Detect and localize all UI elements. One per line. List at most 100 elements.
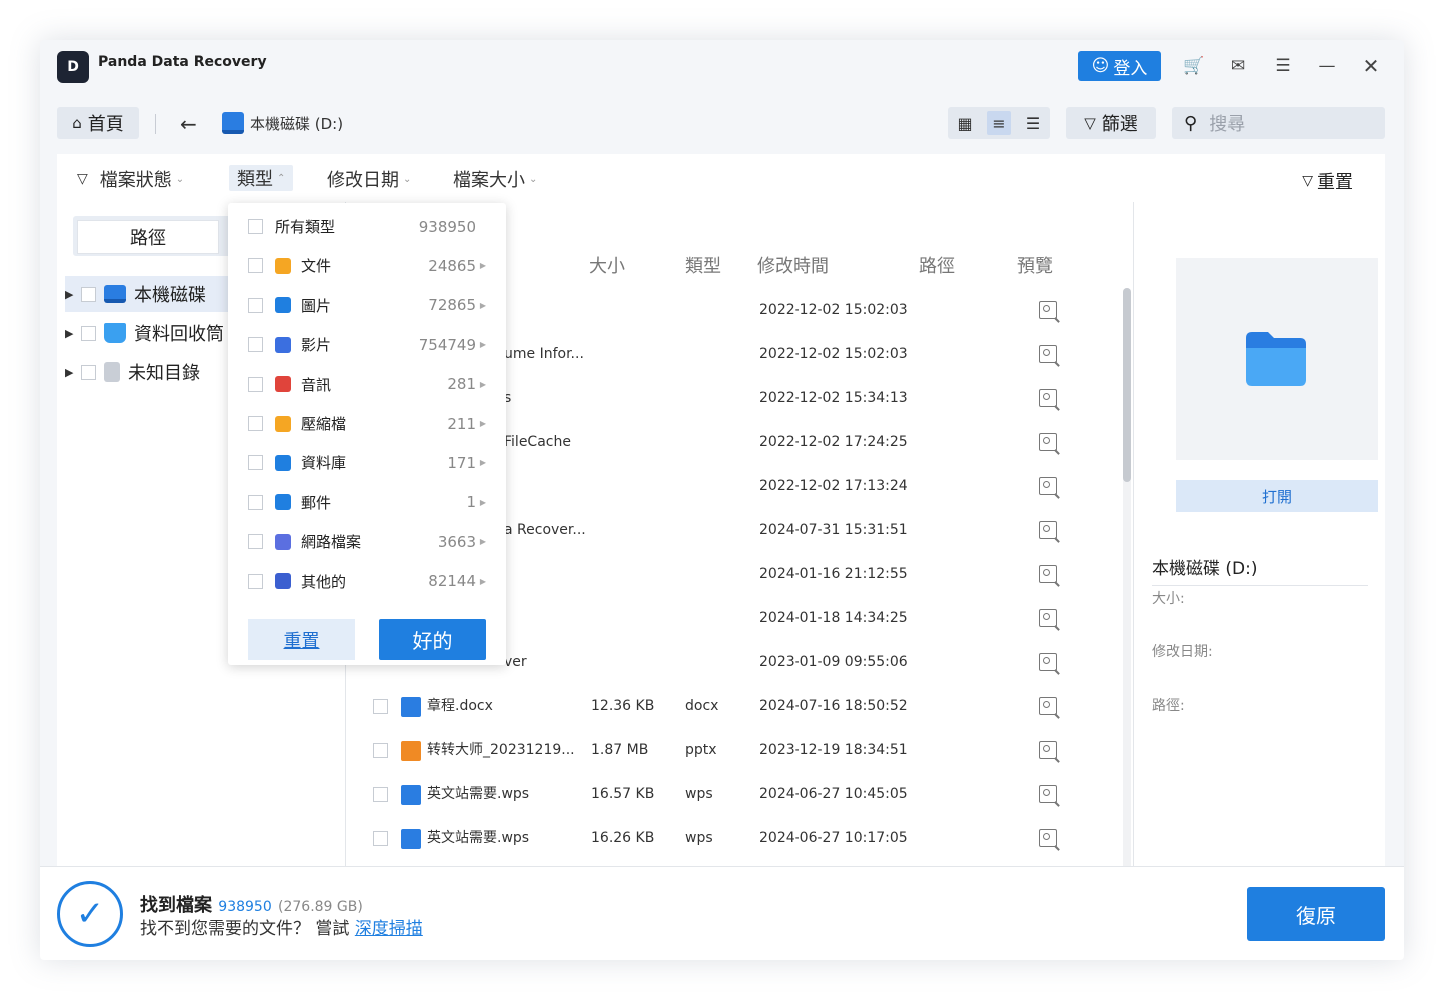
menu-icon[interactable]: ☰ <box>1271 54 1295 78</box>
row-checkbox[interactable] <box>373 787 388 802</box>
file-modified: 2022-12-02 17:24:25 <box>759 434 908 450</box>
table-row[interactable]: FileCache 2022-12-02 17:24:25 <box>57 420 1117 464</box>
column-header-modified[interactable]: 修改時間 <box>757 252 829 278</box>
tab-path[interactable]: 路徑 <box>77 220 219 254</box>
deep-scan-hint: 找不到您需要的文件？ 嘗試 深度掃描 <box>140 914 423 939</box>
type-option[interactable]: 影片 754749 ▶ <box>248 325 488 364</box>
type-option[interactable]: 所有類型 938950 <box>248 207 488 246</box>
row-checkbox[interactable] <box>373 831 388 846</box>
type-checkbox[interactable] <box>248 534 263 550</box>
preview-icon[interactable] <box>1039 433 1057 451</box>
type-option[interactable]: 其他的 82144 ▶ <box>248 562 488 601</box>
preview-icon[interactable] <box>1039 565 1057 583</box>
found-size: (276.89 GB) <box>278 899 363 915</box>
preview-icon[interactable] <box>1039 785 1057 803</box>
login-button[interactable]: ☺ 登入 <box>1078 51 1161 81</box>
table-row[interactable]: 2022-12-02 17:13:24 <box>57 464 1117 508</box>
submenu-arrow-icon[interactable]: ▶ <box>480 261 486 270</box>
submenu-arrow-icon[interactable]: ▶ <box>480 577 486 586</box>
dropdown-reset-button[interactable]: 重置 <box>248 619 355 660</box>
row-checkbox[interactable] <box>373 743 388 758</box>
type-checkbox[interactable] <box>248 494 263 510</box>
preview-icon[interactable] <box>1039 697 1057 715</box>
type-option[interactable]: 網路檔案 3663 ▶ <box>248 522 488 561</box>
column-header-path[interactable]: 路徑 <box>919 252 955 278</box>
table-row[interactable]: 英文站需要.wps 16.57 KB wps 2024-06-27 10:45:05 <box>57 772 1117 816</box>
dropdown-ok-button[interactable]: 好的 <box>379 619 486 660</box>
submenu-arrow-icon[interactable]: ▶ <box>480 380 486 389</box>
submenu-arrow-icon[interactable]: ▶ <box>480 498 486 507</box>
type-option[interactable]: 資料庫 171 ▶ <box>248 443 488 482</box>
filter-status[interactable]: ▽ 檔案狀態 ⌄ <box>77 166 184 192</box>
type-option-label: 郵件 <box>301 493 332 512</box>
status-footer: ✓ 找到檔案 938950 (276.89 GB) 找不到您需要的文件？ 嘗試 … <box>40 866 1404 960</box>
preview-icon[interactable] <box>1039 609 1057 627</box>
filter-date[interactable]: 修改日期 ⌄ <box>327 166 411 192</box>
open-button[interactable]: 打開 <box>1176 480 1378 512</box>
grid-view-icon[interactable]: ▦ <box>953 111 977 135</box>
preview-icon[interactable] <box>1039 389 1057 407</box>
back-arrow-icon[interactable]: ← <box>180 112 197 136</box>
column-header-size[interactable]: 大小 <box>589 252 625 278</box>
table-row[interactable]: 章程.docx 12.36 KB docx 2024-07-16 18:50:52 <box>57 684 1117 728</box>
detail-view-icon[interactable]: ≡ <box>987 111 1011 135</box>
restore-button[interactable]: 復原 <box>1247 887 1385 941</box>
table-row[interactable]: s 2022-12-02 15:34:13 <box>57 376 1117 420</box>
file-icon <box>401 697 421 717</box>
home-button[interactable]: ⌂ 首頁 <box>57 107 139 139</box>
table-row[interactable]: a Recover... 2024-07-31 15:31:51 <box>57 508 1117 552</box>
preview-icon[interactable] <box>1039 653 1057 671</box>
submenu-arrow-icon[interactable]: ▶ <box>480 458 486 467</box>
preview-icon[interactable] <box>1039 345 1057 363</box>
reset-filter-button[interactable]: ▽ 重置 <box>1302 168 1353 194</box>
preview-icon[interactable] <box>1039 741 1057 759</box>
type-option[interactable]: 壓縮檔 211 ▶ <box>248 404 488 443</box>
type-checkbox[interactable] <box>248 297 263 313</box>
deep-scan-link[interactable]: 深度掃描 <box>355 919 423 939</box>
type-option[interactable]: 圖片 72865 ▶ <box>248 286 488 325</box>
submenu-arrow-icon[interactable]: ▶ <box>480 419 486 428</box>
message-icon[interactable]: ✉ <box>1226 54 1250 78</box>
column-header-type[interactable]: 類型 <box>685 252 721 278</box>
type-checkbox[interactable] <box>248 337 263 353</box>
search-input[interactable]: ⚲ 搜尋 <box>1172 107 1385 139</box>
table-row[interactable]: ume Infor... 2022-12-02 15:02:03 <box>57 332 1117 376</box>
type-checkbox[interactable] <box>248 219 263 234</box>
filter-size[interactable]: 檔案大小 ⌄ <box>453 166 537 192</box>
type-checkbox[interactable] <box>248 258 263 274</box>
minimize-icon[interactable]: — <box>1315 54 1339 78</box>
scrollbar-thumb[interactable] <box>1123 288 1131 482</box>
filter-type[interactable]: 類型 ⌃ <box>229 165 294 191</box>
table-row[interactable]: 2022-12-02 15:02:03 <box>57 288 1117 332</box>
submenu-arrow-icon[interactable]: ▶ <box>480 301 486 310</box>
preview-icon[interactable] <box>1039 829 1057 847</box>
type-option-label: 所有類型 <box>275 218 336 236</box>
table-row[interactable]: 2024-01-16 21:12:55 <box>57 552 1117 596</box>
type-option[interactable]: 文件 24865 ▶ <box>248 246 488 285</box>
filter-button[interactable]: ▽ 篩選 <box>1066 107 1156 139</box>
chevron-down-icon: ⌄ <box>403 173 412 185</box>
chevron-down-icon: ⌄ <box>529 173 538 185</box>
submenu-arrow-icon[interactable]: ▶ <box>480 340 486 349</box>
type-checkbox[interactable] <box>248 376 263 392</box>
table-row[interactable]: 2024-01-18 14:34:25 <box>57 596 1117 640</box>
list-view-icon[interactable]: ☰ <box>1021 111 1045 135</box>
preview-icon[interactable] <box>1039 477 1057 495</box>
type-checkbox[interactable] <box>248 416 263 431</box>
type-option[interactable]: 音訊 281 ▶ <box>248 365 488 404</box>
type-checkbox[interactable] <box>248 573 263 589</box>
close-icon[interactable]: ✕ <box>1359 54 1383 78</box>
table-row[interactable]: 转转大师_20231219... 1.87 MB pptx 2023-12-19 18… <box>57 728 1117 772</box>
row-checkbox[interactable] <box>373 699 388 714</box>
cart-icon[interactable]: 🛒 <box>1182 54 1206 78</box>
preview-icon[interactable] <box>1039 521 1057 539</box>
table-row[interactable]: 英文站需要.wps 16.26 KB wps 2024-06-27 10:17:05 <box>57 816 1117 860</box>
type-checkbox[interactable] <box>248 455 263 471</box>
submenu-arrow-icon[interactable]: ▶ <box>480 537 486 546</box>
preview-icon[interactable] <box>1039 301 1057 319</box>
table-row[interactable]: ver 2023-01-09 09:55:06 <box>57 640 1117 684</box>
login-label: 登入 <box>1113 58 1148 79</box>
file-name: a Recover... <box>504 522 586 538</box>
reset-filter-label: 重置 <box>1317 172 1353 193</box>
type-option[interactable]: 郵件 1 ▶ <box>248 483 488 522</box>
